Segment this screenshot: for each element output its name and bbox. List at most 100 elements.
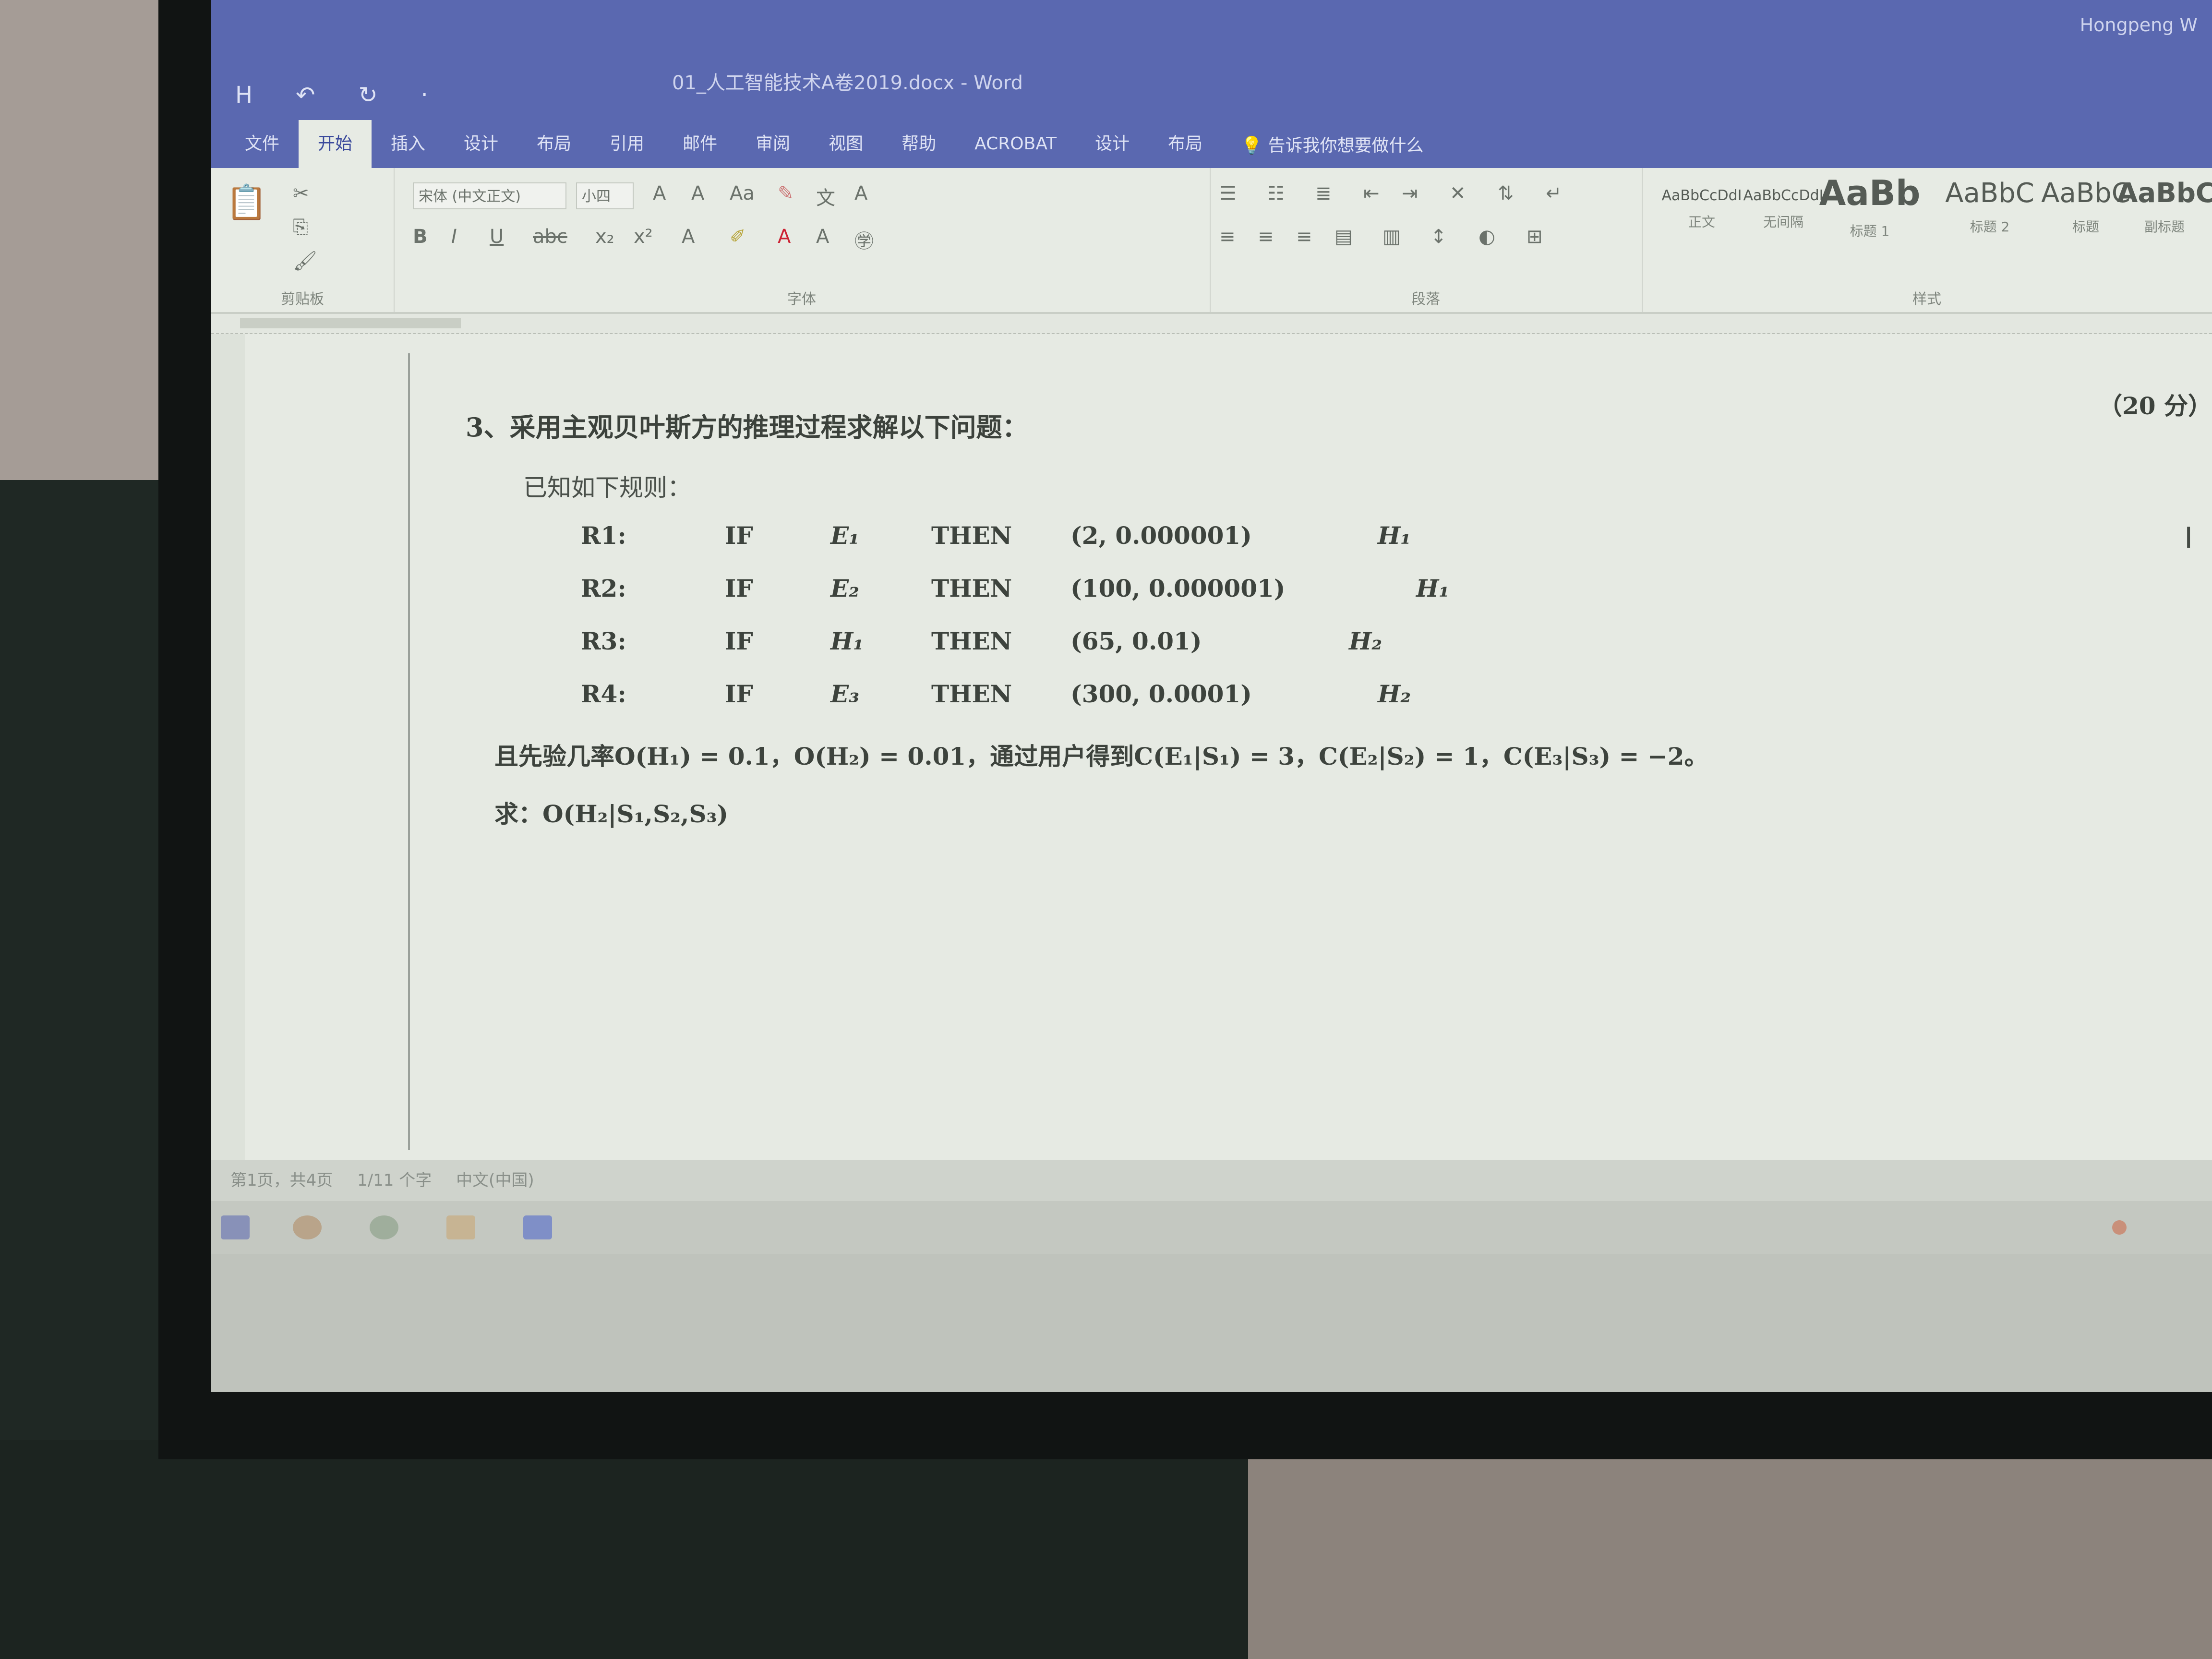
align-center-icon[interactable]: ≡ <box>1258 226 1274 248</box>
font-name-box[interactable]: 宋体 (中文正文) <box>413 182 566 209</box>
tab-file[interactable]: 文件 <box>226 120 299 168</box>
char-border-icon[interactable]: A <box>854 182 867 204</box>
strikethrough-icon[interactable]: abc <box>533 226 567 248</box>
rule-then: THEN <box>931 680 1012 708</box>
tab-review[interactable]: 审阅 <box>736 120 809 168</box>
style-subtitle[interactable]: AaBbC 副标题 <box>2117 168 2212 283</box>
clipboard-group: 📋 ✂ ⎘ 🖌 剪贴板 <box>211 168 395 312</box>
superscript-icon[interactable]: x² <box>634 226 653 248</box>
lightbulb-icon: 💡 <box>1241 136 1263 156</box>
tray-icon[interactable] <box>2112 1220 2127 1235</box>
ruler[interactable] <box>211 314 2212 334</box>
format-painter-icon[interactable]: 🖌 <box>293 250 317 272</box>
rule-id: R4: <box>581 680 626 708</box>
cut-icon[interactable]: ✂ <box>293 182 309 204</box>
show-marks-icon[interactable]: ↵ <box>1546 182 1562 204</box>
phonetic-guide-icon[interactable]: 文 <box>816 182 835 210</box>
chinese-layout-icon[interactable]: ✕ <box>1450 182 1466 204</box>
text-effects-icon[interactable]: A <box>682 226 695 248</box>
tab-view[interactable]: 视图 <box>809 120 882 168</box>
folder-icon[interactable] <box>446 1215 475 1239</box>
page-count[interactable]: 第1页，共4页 <box>230 1171 333 1190</box>
italic-icon[interactable]: I <box>451 226 457 248</box>
tab-acrobat[interactable]: ACROBAT <box>955 120 1076 168</box>
title-bar: H ↶ ↻ · 01_人工智能技术A卷2019.docx - Word Hong… <box>211 0 2212 120</box>
save-icon[interactable]: H <box>235 82 252 108</box>
style-heading-1[interactable]: AaBb 标题 1 <box>1810 168 1930 283</box>
multilevel-list-icon[interactable]: ≣ <box>1315 182 1332 204</box>
align-right-icon[interactable]: ≡ <box>1296 226 1312 248</box>
paragraph-group: ☰ ☷ ≣ ⇤ ⇥ ✕ ⇅ ↵ ≡ ≡ ≡ ▤ ▥ ↕ ◐ ⊞ 段落 <box>1210 168 1643 312</box>
rule-id: R1: <box>581 521 626 550</box>
clear-format-icon[interactable]: ✎ <box>778 182 794 204</box>
rule-hypothesis: H₂ <box>1378 680 1411 708</box>
decrease-indent-icon[interactable]: ⇤ <box>1363 182 1380 204</box>
rule-evidence: H₁ <box>830 627 864 655</box>
font-size-box[interactable]: 小四 <box>576 182 634 209</box>
enclose-char-icon[interactable]: ㊫ <box>854 226 874 253</box>
shading-icon[interactable]: ◐ <box>1479 226 1495 248</box>
rule-row: R4: IF E₃ THEN (300, 0.0001) H₂ <box>245 680 2212 723</box>
browser-icon[interactable] <box>293 1215 322 1239</box>
font-group: 宋体 (中文正文) 小四 A A Aa ✎ 文 A B I U abc x₂ x… <box>394 168 1211 312</box>
paste-icon[interactable]: 📋 <box>226 182 267 222</box>
language-indicator[interactable]: 中文(中国) <box>456 1171 534 1190</box>
customize-qat-icon[interactable]: · <box>421 82 428 108</box>
highlight-icon[interactable]: ✐ <box>730 226 746 248</box>
rule-then: THEN <box>931 521 1012 550</box>
styles-group-label: 样式 <box>1912 291 1941 308</box>
start-icon[interactable] <box>221 1215 250 1239</box>
line-spacing-icon[interactable]: ↕ <box>1431 226 1447 248</box>
window-title: 01_人工智能技术A卷2019.docx - Word <box>672 72 1023 94</box>
tab-help[interactable]: 帮助 <box>882 120 955 168</box>
bold-icon[interactable]: B <box>413 226 428 248</box>
copy-icon[interactable]: ⎘ <box>293 216 308 238</box>
underline-icon[interactable]: U <box>490 226 504 248</box>
justify-icon[interactable]: ▤ <box>1334 226 1353 248</box>
tab-layout[interactable]: 布局 <box>517 120 590 168</box>
styles-group: AaBbCcDdI 正文 AaBbCcDdI 无间隔 AaBb 标题 1 AaB… <box>1642 168 2212 312</box>
question-ask-line: 求：O(H₂|S₁,S₂,S₃) <box>494 800 729 828</box>
rule-then: THEN <box>931 574 1012 602</box>
rule-if: IF <box>725 627 753 655</box>
word-count[interactable]: 1/11 个字 <box>357 1171 432 1190</box>
ribbon: 📋 ✂ ⎘ 🖌 剪贴板 宋体 (中文正文) 小四 A A Aa ✎ 文 A B … <box>211 168 2212 314</box>
increase-indent-icon[interactable]: ⇥ <box>1402 182 1418 204</box>
style-heading-1-preview: AaBb <box>1819 173 1921 213</box>
redo-icon[interactable]: ↻ <box>358 82 377 108</box>
tab-mailings[interactable]: 邮件 <box>663 120 736 168</box>
tab-table-layout[interactable]: 布局 <box>1149 120 1222 168</box>
distributed-icon[interactable]: ▥ <box>1382 226 1401 248</box>
word-taskbar-icon[interactable] <box>523 1215 552 1239</box>
borders-icon[interactable]: ⊞ <box>1527 226 1543 248</box>
undo-icon[interactable]: ↶ <box>296 82 315 108</box>
change-case-icon[interactable]: Aa <box>730 182 755 204</box>
text-cursor-icon: I <box>2184 521 2193 555</box>
align-left-icon[interactable]: ≡ <box>1219 226 1236 248</box>
rule-hypothesis: H₂ <box>1349 627 1382 655</box>
grow-font-icon[interactable]: A <box>653 182 666 204</box>
tab-home[interactable]: 开始 <box>299 120 372 168</box>
tab-table-design[interactable]: 设计 <box>1076 120 1149 168</box>
rule-evidence: E₃ <box>830 680 860 708</box>
paragraph-group-label: 段落 <box>1411 291 1440 308</box>
floor-background <box>0 1440 1248 1659</box>
ribbon-tabs: 文件 开始 插入 设计 布局 引用 邮件 审阅 视图 帮助 ACROBAT 设计… <box>211 120 2212 168</box>
tab-insert[interactable]: 插入 <box>372 120 445 168</box>
sort-icon[interactable]: ⇅ <box>1498 182 1514 204</box>
bullets-icon[interactable]: ☰ <box>1219 182 1237 204</box>
tell-me-search[interactable]: 💡 告诉我你想要做什么 <box>1241 132 1423 156</box>
rule-values: (100, 0.000001) <box>1070 574 1286 602</box>
user-account[interactable]: Hongpeng W <box>2080 14 2198 36</box>
font-color-icon[interactable]: A <box>778 226 791 248</box>
tab-design[interactable]: 设计 <box>445 120 517 168</box>
char-shading-icon[interactable]: A <box>816 226 829 248</box>
numbering-icon[interactable]: ☷ <box>1267 182 1285 204</box>
subscript-icon[interactable]: x₂ <box>595 226 614 248</box>
rule-id: R2: <box>581 574 626 602</box>
tab-references[interactable]: 引用 <box>590 120 663 168</box>
ruler-margin <box>240 318 461 328</box>
app-icon[interactable] <box>370 1215 398 1239</box>
document-page[interactable]: 3、采用主观贝叶斯方的推理过程求解以下问题： （20 分） 已知如下规则： R1… <box>245 334 2212 1160</box>
shrink-font-icon[interactable]: A <box>691 182 704 204</box>
